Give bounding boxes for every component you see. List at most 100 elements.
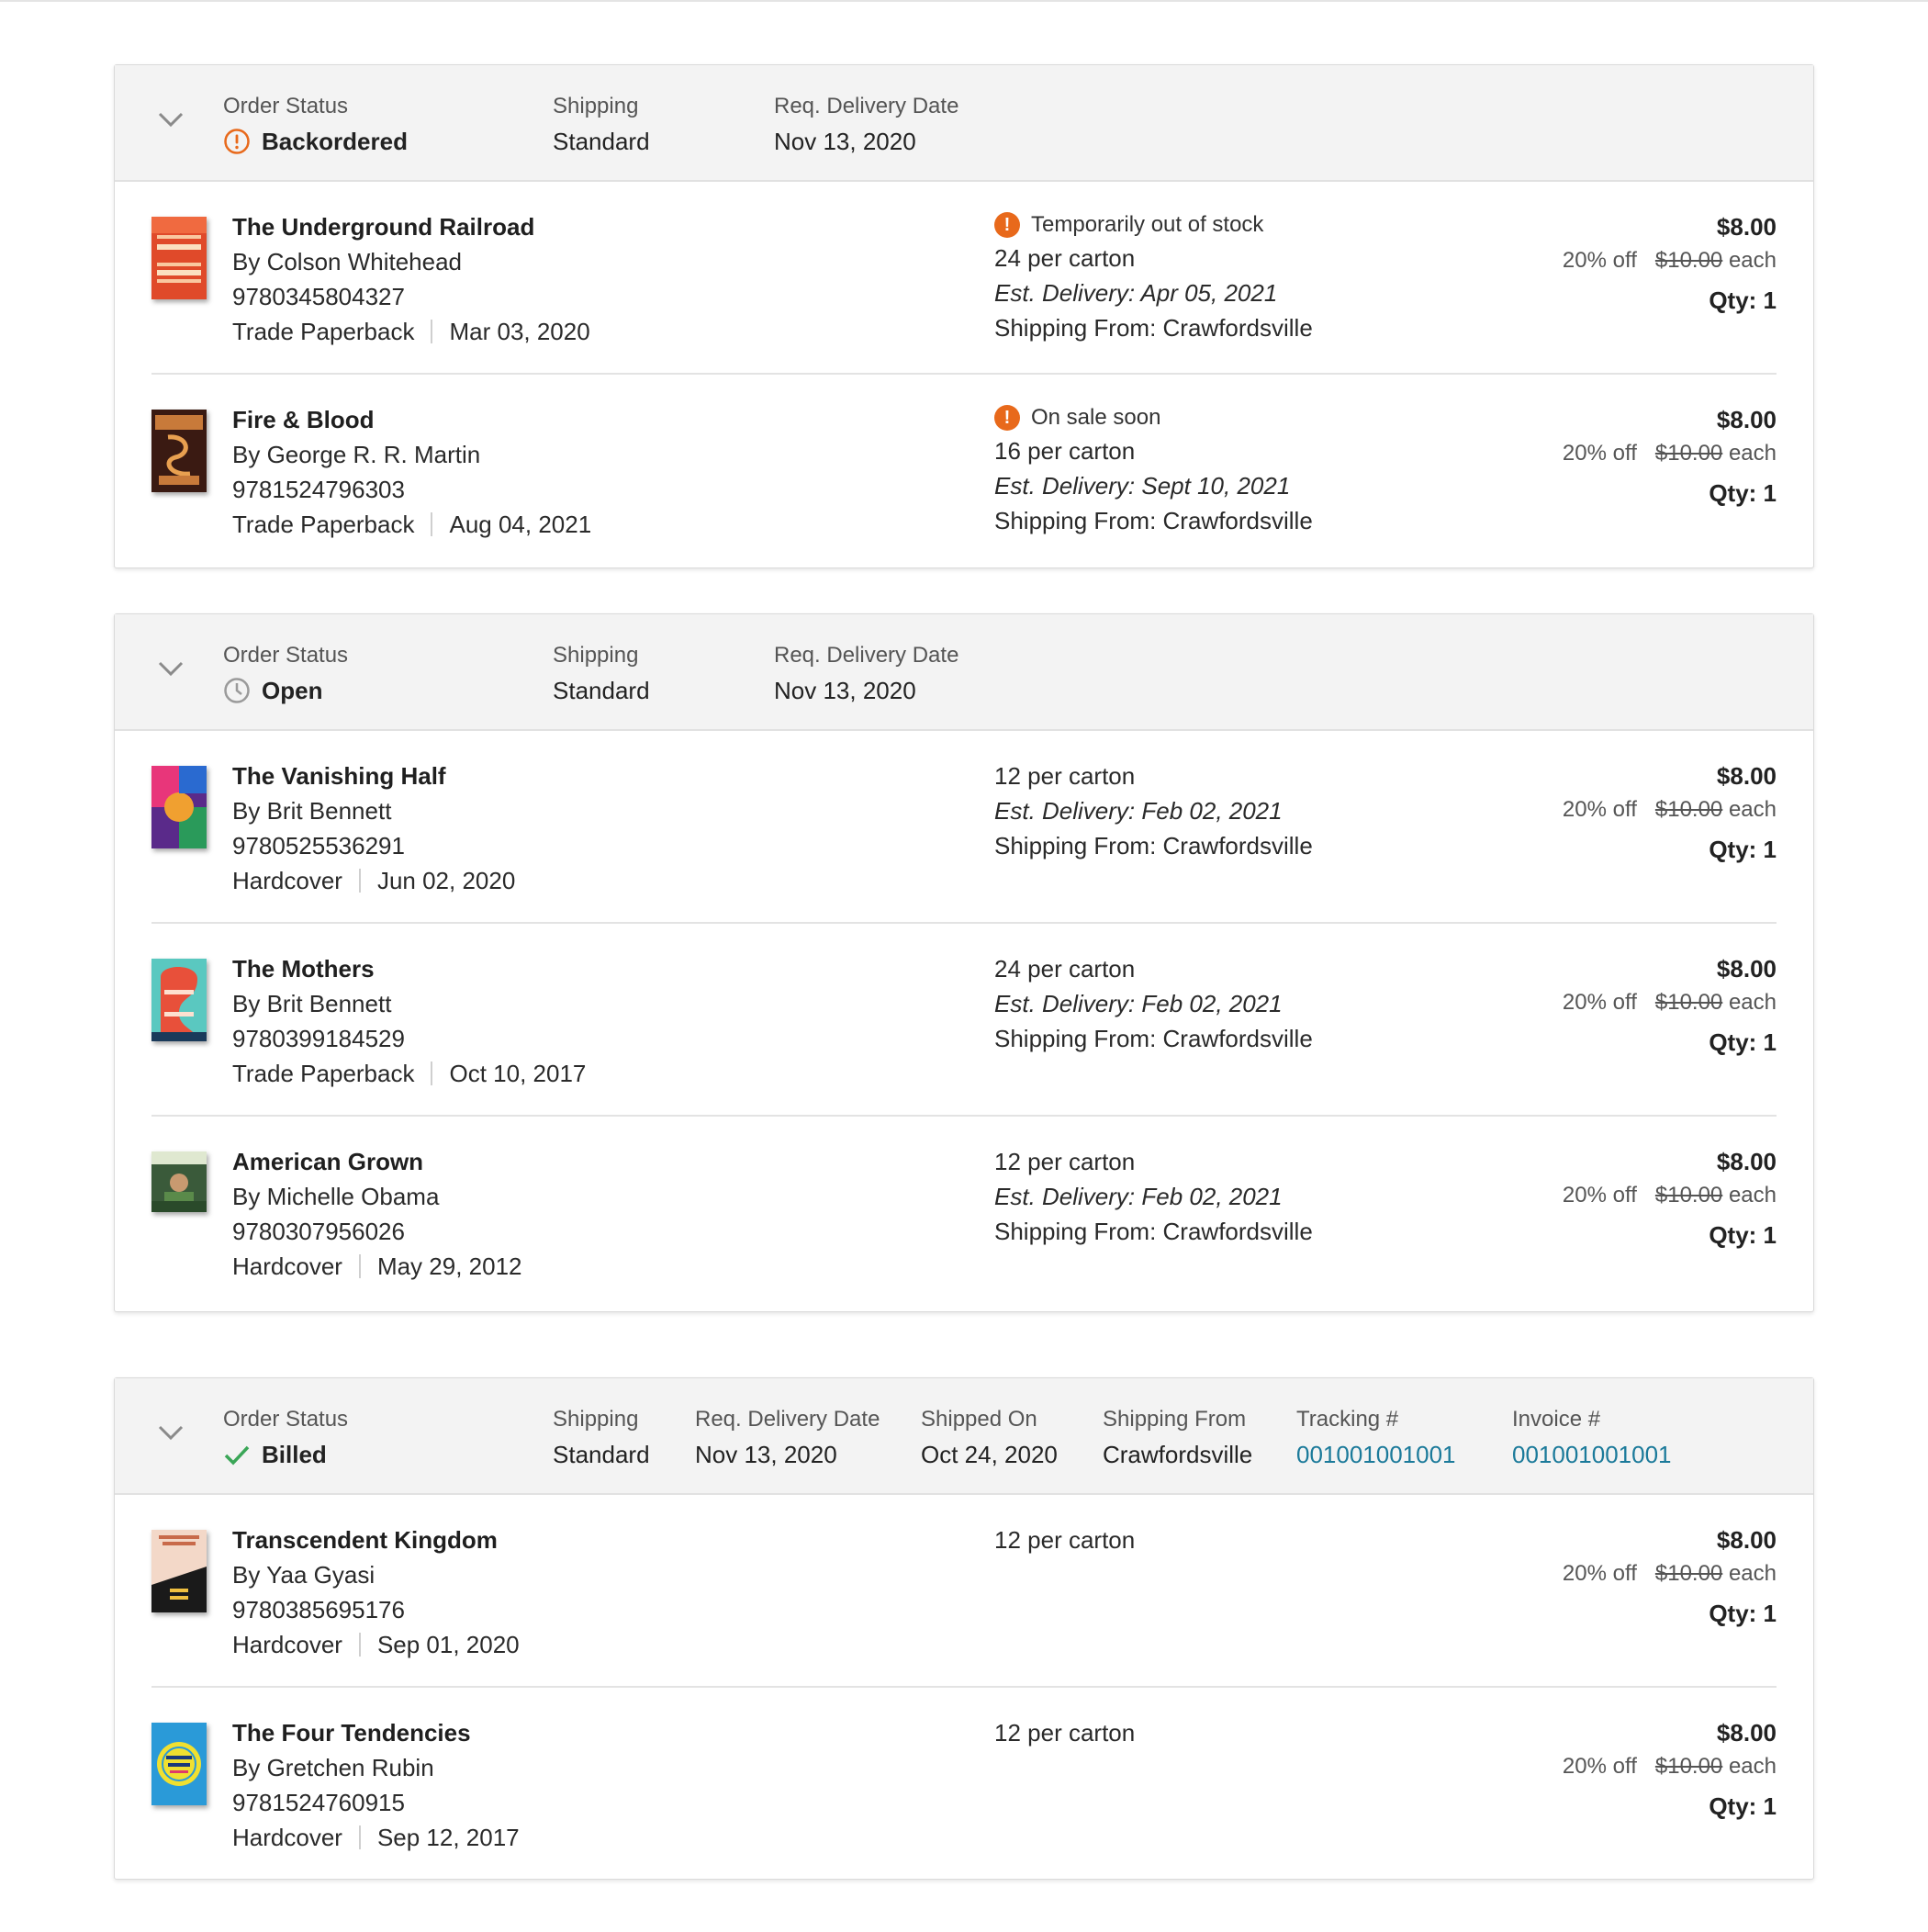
book-cover[interactable] [151,959,207,1041]
each-label: each [1728,1561,1777,1586]
discount-line: 20% off $10.00 each [1563,793,1777,826]
ship-from: Shipping From: Crawfordsville [994,832,1313,859]
item-price: $8.00 20% off $10.00 each Qty: 1 [1563,951,1777,1060]
discount: 20% off [1562,990,1637,1015]
book-format-date: Hardcover Sep 12, 2017 [232,1820,520,1855]
book-isbn: 9780385695176 [232,1596,405,1623]
book-cover[interactable] [151,1530,207,1612]
shipping-field: Shipping Standard [553,642,650,706]
ship-from: Shipping From: Crawfordsville [994,1025,1313,1052]
net-price: $8.00 [1716,1719,1777,1747]
book-format-date: Trade Paperback Oct 10, 2017 [232,1056,586,1091]
book-title[interactable]: Transcendent Kingdom [232,1522,520,1557]
each-label: each [1728,441,1777,466]
chevron-down-icon[interactable] [157,1422,185,1443]
original-price: $10.00 [1654,248,1723,273]
est-delivery: Est. Delivery: Feb 02, 2021 [994,990,1283,1017]
status-text: Backordered [262,128,408,155]
carton-qty: 24 per carton [994,244,1136,272]
item-availability: ! Temporarily out of stock 24 per carton … [994,209,1313,345]
req-delivery-value: Nov 13, 2020 [774,677,916,704]
shipped-on-label: Shipped On [921,1407,1037,1432]
item-info: The Four Tendencies By Gretchen Rubin 97… [232,1715,520,1855]
each-label: each [1728,248,1777,273]
quantity: Qty: 1 [1709,1600,1777,1627]
book-cover[interactable] [151,410,207,492]
book-cover-art-icon [151,1723,207,1805]
invoice-link[interactable]: 001001001001 [1512,1439,1672,1470]
clock-icon [224,678,250,703]
req-delivery-field: Req. Delivery Date Nov 13, 2020 [695,1406,880,1470]
book-format: Trade Paperback [232,1060,415,1087]
book-author: By Yaa Gyasi [232,1561,376,1589]
book-cover-art-icon [151,1151,207,1212]
order-status-value: Open [223,675,348,706]
net-price: $8.00 [1716,955,1777,983]
original-price: $10.00 [1654,1561,1723,1586]
line-item: The Mothers By Brit Bennett 978039918452… [115,924,1813,1117]
discount-line: 20% off $10.00 each [1563,437,1777,470]
book-author: By Michelle Obama [232,1183,440,1210]
book-title[interactable]: The Vanishing Half [232,758,515,793]
carton-qty: 12 per carton [994,1148,1136,1175]
book-title[interactable]: American Grown [232,1144,522,1179]
item-info: American Grown By Michelle Obama 9780307… [232,1144,522,1284]
order-header[interactable]: Order Status Billed Shipping Standard Re… [115,1378,1813,1495]
carton-qty: 16 per carton [994,437,1136,465]
est-delivery: Est. Delivery: Feb 02, 2021 [994,1183,1283,1210]
order-header[interactable]: Order Status Open Shipping Standard Req.… [115,614,1813,731]
book-isbn: 9781524760915 [232,1789,405,1816]
book-cover[interactable] [151,766,207,848]
item-price: $8.00 20% off $10.00 each Qty: 1 [1563,1715,1777,1824]
separator [358,1254,361,1278]
item-info: The Mothers By Brit Bennett 978039918452… [232,951,586,1091]
order-status-field: Order Status Billed [223,1406,348,1470]
book-format-date: Trade Paperback Mar 03, 2020 [232,314,590,349]
discount: 20% off [1562,248,1637,273]
item-availability: 12 per carton Est. Delivery: Feb 02, 202… [994,1144,1313,1249]
book-pub-date: Sep 01, 2020 [376,1631,520,1658]
chevron-down-icon[interactable] [157,109,185,129]
est-delivery: Est. Delivery: Apr 05, 2021 [994,279,1278,307]
book-title[interactable]: Fire & Blood [232,402,591,437]
book-pub-date: May 29, 2012 [376,1252,522,1280]
book-author: By George R. R. Martin [232,441,481,468]
book-cover-art-icon [151,959,207,1041]
est-delivery: Est. Delivery: Sept 10, 2021 [994,472,1291,500]
invoice-label: Invoice # [1512,1407,1601,1432]
item-availability: ! On sale soon 16 per carton Est. Deliver… [994,402,1313,538]
discount-line: 20% off $10.00 each [1563,1557,1777,1590]
order-status-value: Billed [223,1439,348,1470]
item-price: $8.00 20% off $10.00 each Qty: 1 [1563,1144,1777,1252]
book-title[interactable]: The Mothers [232,951,586,986]
book-cover-art-icon [151,1530,207,1612]
shipping-label: Shipping [553,643,639,668]
book-cover[interactable] [151,1151,207,1212]
separator [358,1633,361,1657]
book-cover-art-icon [151,217,207,299]
order-header[interactable]: Order Status Backordered Shipping Standa… [115,65,1813,182]
req-delivery-field: Req. Delivery Date Nov 13, 2020 [774,642,958,706]
original-price: $10.00 [1654,797,1723,822]
original-price: $10.00 [1654,1754,1723,1779]
book-cover[interactable] [151,1723,207,1805]
ship-from: Shipping From: Crawfordsville [994,507,1313,534]
net-price: $8.00 [1716,213,1777,241]
quantity: Qty: 1 [1709,1028,1777,1056]
req-delivery-field: Req. Delivery Date Nov 13, 2020 [774,93,958,157]
tracking-link[interactable]: 001001001001 [1296,1439,1456,1470]
book-title[interactable]: The Underground Railroad [232,209,590,244]
net-price: $8.00 [1716,406,1777,433]
book-cover[interactable] [151,217,207,299]
est-delivery: Est. Delivery: Feb 02, 2021 [994,797,1283,825]
order-status-label: Order Status [223,94,349,118]
order-card-billed: Order Status Billed Shipping Standard Re… [114,1377,1814,1880]
chevron-down-icon[interactable] [157,658,185,679]
book-title[interactable]: The Four Tendencies [232,1715,520,1750]
original-price: $10.00 [1654,1183,1723,1208]
order-card-open: Order Status Open Shipping Standard Req.… [114,613,1814,1312]
book-isbn: 9780345804327 [232,283,405,310]
book-format: Trade Paperback [232,511,415,538]
discount-line: 20% off $10.00 each [1563,244,1777,277]
status-text: Billed [262,1441,327,1468]
